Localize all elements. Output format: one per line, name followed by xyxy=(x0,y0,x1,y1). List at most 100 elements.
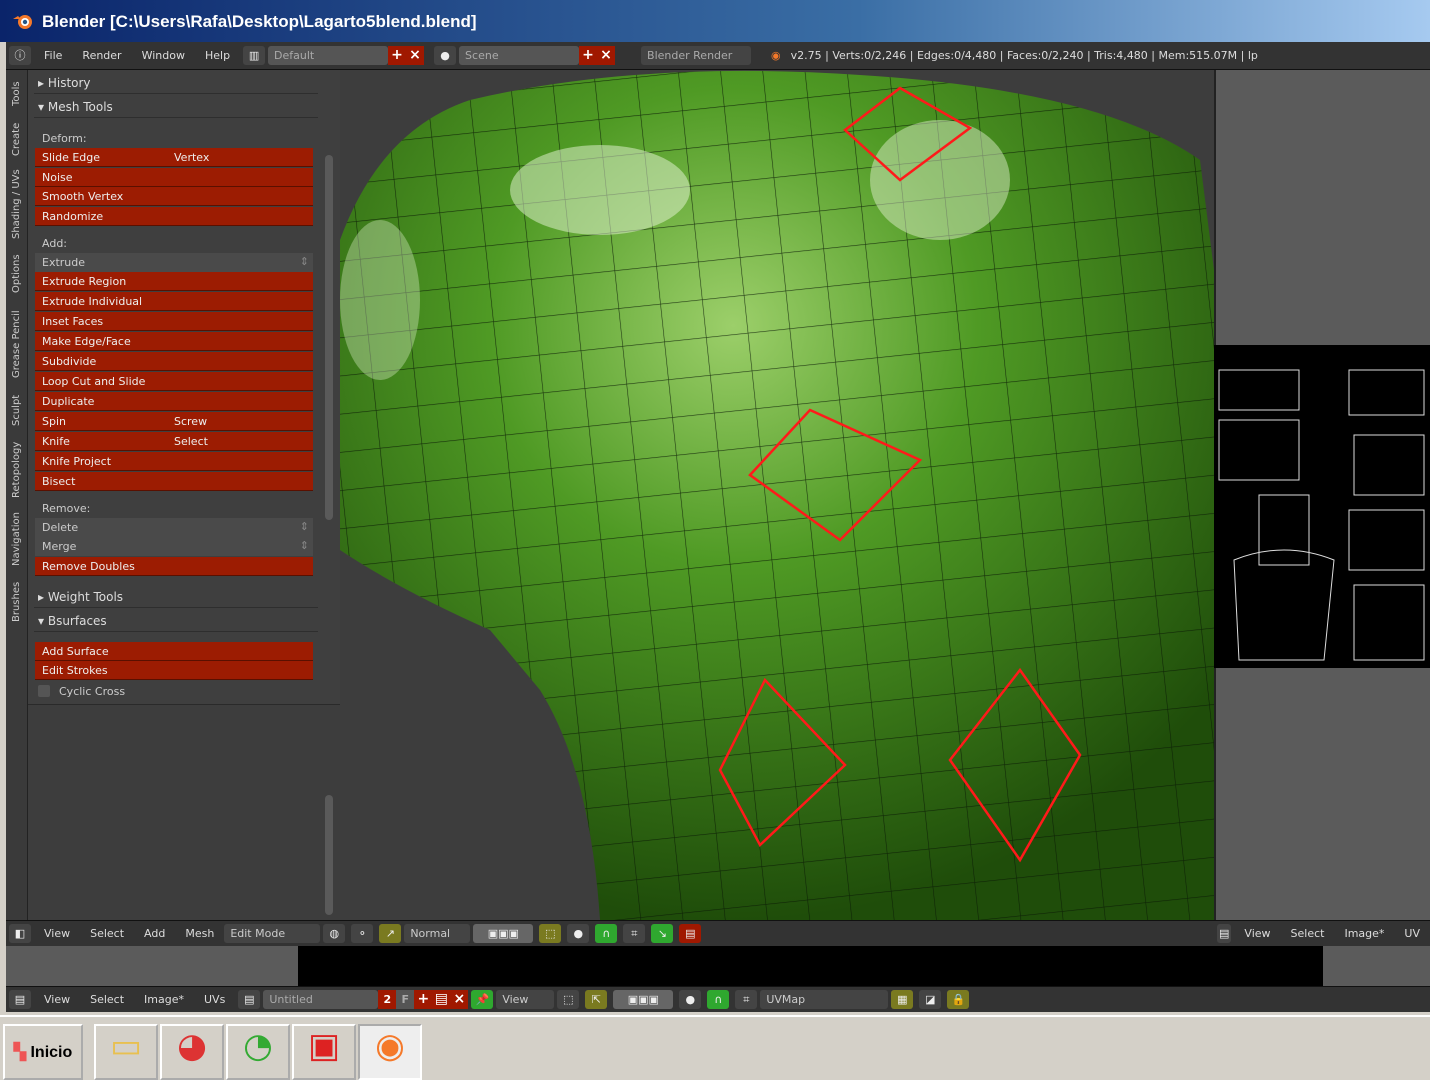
delete-menu[interactable]: Delete xyxy=(35,518,313,537)
uv-menu-view[interactable]: View xyxy=(1234,927,1280,940)
menu-window[interactable]: Window xyxy=(132,49,195,62)
panel-mesh-tools[interactable]: ▾ Mesh Tools xyxy=(34,96,318,118)
merge-menu[interactable]: Merge xyxy=(35,537,313,556)
scene-icon[interactable]: ● xyxy=(434,46,457,65)
editor-type-icon[interactable]: ◧ xyxy=(9,924,31,943)
image-editor-icon[interactable]: ▤ xyxy=(9,990,31,1009)
randomize-button[interactable]: Randomize xyxy=(35,207,313,226)
image-editor-type-icon[interactable]: ▤ xyxy=(1217,924,1232,943)
tab-brushes[interactable]: Brushes xyxy=(6,578,28,626)
image-users-count[interactable]: 2 xyxy=(378,990,397,1009)
menu-add[interactable]: Add xyxy=(134,927,175,940)
vertex-button[interactable]: Vertex xyxy=(174,151,209,164)
panel-weight-tools[interactable]: ▸ Weight Tools xyxy=(34,586,318,608)
fake-user-button[interactable]: F xyxy=(396,990,415,1009)
tool-shelf-scrollbar-lower[interactable] xyxy=(325,795,333,915)
snap-element-icon[interactable]: ⌗ xyxy=(623,924,646,943)
slide-edge-button[interactable]: Slide Edge Vertex xyxy=(35,148,313,167)
chrome-taskbar-icon[interactable]: ◕ xyxy=(160,1024,224,1080)
texture-icon[interactable]: ▦ xyxy=(891,990,914,1009)
knife-button[interactable]: Knife Select xyxy=(35,432,313,451)
uv-layout-image[interactable] xyxy=(1214,345,1430,668)
menu-select[interactable]: Select xyxy=(80,927,134,940)
uv-snap-icon[interactable]: ∩ xyxy=(707,990,730,1009)
cyclic-cross-checkbox[interactable] xyxy=(38,685,50,697)
uv-menu-image[interactable]: Image* xyxy=(1334,927,1394,940)
uv-proportional-icon[interactable]: ● xyxy=(679,990,702,1009)
delete-scene-button[interactable]: × xyxy=(597,46,616,65)
menu-mesh[interactable]: Mesh xyxy=(175,927,224,940)
uv-menu-select[interactable]: Select xyxy=(1281,927,1335,940)
menu-view[interactable]: View xyxy=(34,927,80,940)
limit-selection-icon[interactable]: ⬚ xyxy=(539,924,562,943)
remove-doubles-button[interactable]: Remove Doubles xyxy=(35,557,313,576)
tab-tools[interactable]: Tools xyxy=(6,74,28,114)
orientation-select[interactable]: Normal xyxy=(404,924,471,943)
noise-button[interactable]: Noise xyxy=(35,168,313,187)
img-menu-select[interactable]: Select xyxy=(80,993,134,1006)
menu-render[interactable]: Render xyxy=(72,49,131,62)
smooth-vertex-button[interactable]: Smooth Vertex xyxy=(35,187,313,206)
duplicate-button[interactable]: Duplicate xyxy=(35,392,313,411)
new-image-button[interactable]: + xyxy=(414,990,433,1009)
img-menu-image[interactable]: Image* xyxy=(134,993,194,1006)
uv-menu-uvs[interactable]: UV xyxy=(1394,927,1430,940)
tab-options[interactable]: Options xyxy=(6,250,28,298)
screen-layout-icon[interactable]: ▥ xyxy=(243,46,266,65)
picasa-taskbar-icon[interactable]: ◔ xyxy=(226,1024,290,1080)
tool-shelf-scrollbar[interactable] xyxy=(325,155,333,520)
screw-button[interactable]: Screw xyxy=(174,415,207,428)
scene-field[interactable]: Scene xyxy=(459,46,580,65)
3d-viewport[interactable] xyxy=(340,70,1214,920)
panel-history[interactable]: ▸ History xyxy=(34,72,318,94)
delete-layout-button[interactable]: × xyxy=(406,46,425,65)
uvmap-select[interactable]: UVMap xyxy=(760,990,889,1009)
unlink-image-button[interactable]: × xyxy=(450,990,469,1009)
start-button[interactable]: ▚ Inicio xyxy=(3,1024,83,1080)
layout-field[interactable]: Default xyxy=(268,46,389,65)
img-menu-uvs[interactable]: UVs xyxy=(194,993,235,1006)
render-engine-select[interactable]: Blender Render xyxy=(641,46,752,65)
make-edge-face-button[interactable]: Make Edge/Face xyxy=(35,332,313,351)
tab-retopology[interactable]: Retopology xyxy=(6,438,28,502)
img-menu-view[interactable]: View xyxy=(34,993,80,1006)
uv-snap-element-icon[interactable]: ⌗ xyxy=(735,990,758,1009)
alpha-icon[interactable]: ◪ xyxy=(919,990,942,1009)
blender-taskbar-icon[interactable]: ◉ xyxy=(358,1024,422,1080)
extrude-region-button[interactable]: Extrude Region xyxy=(35,272,313,291)
extrude-menu[interactable]: Extrude xyxy=(35,253,313,272)
info-editor-icon[interactable]: ⓘ xyxy=(9,46,31,65)
lock-icon[interactable]: 🔒 xyxy=(947,990,970,1009)
spin-button[interactable]: Spin Screw xyxy=(35,412,313,431)
tab-grease-pencil[interactable]: Grease Pencil xyxy=(6,306,28,382)
menu-help[interactable]: Help xyxy=(195,49,240,62)
snap-icon[interactable]: ∩ xyxy=(595,924,618,943)
edit-strokes-button[interactable]: Edit Strokes xyxy=(35,661,313,680)
proportional-edit-icon[interactable]: ● xyxy=(567,924,590,943)
loop-cut-button[interactable]: Loop Cut and Slide xyxy=(35,372,313,391)
add-surface-button[interactable]: Add Surface xyxy=(35,642,313,661)
open-image-button[interactable]: ▤ xyxy=(432,990,451,1009)
tab-create[interactable]: Create xyxy=(6,118,28,160)
explorer-taskbar-icon[interactable]: ▭ xyxy=(94,1024,158,1080)
pivot-icon[interactable]: ⬚ xyxy=(557,990,580,1009)
opengl-render-icon[interactable]: ↘ xyxy=(651,924,674,943)
inset-faces-button[interactable]: Inset Faces xyxy=(35,312,313,331)
sync-selection-icon[interactable]: ⇱ xyxy=(585,990,608,1009)
mode-select[interactable]: Edit Mode xyxy=(224,924,321,943)
knife-project-button[interactable]: Knife Project xyxy=(35,452,313,471)
subdivide-button[interactable]: Subdivide xyxy=(35,352,313,371)
panel-bsurfaces[interactable]: ▾ Bsurfaces xyxy=(34,610,318,632)
add-scene-button[interactable]: + xyxy=(579,46,598,65)
tab-sculpt[interactable]: Sculpt xyxy=(6,390,28,430)
pivot-point-icon[interactable]: ⚬ xyxy=(351,924,374,943)
render-animation-icon[interactable]: ▤ xyxy=(679,924,702,943)
uv-select-mode-icons[interactable]: ▣▣▣ xyxy=(613,990,674,1009)
pin-icon[interactable]: 📌 xyxy=(471,990,494,1009)
menu-file[interactable]: File xyxy=(34,49,72,62)
image-name-field[interactable]: Untitled xyxy=(263,990,379,1009)
extrude-individual-button[interactable]: Extrude Individual xyxy=(35,292,313,311)
tab-navigation[interactable]: Navigation xyxy=(6,508,28,570)
manipulator-icon[interactable]: ↗ xyxy=(379,924,402,943)
image-browse-icon[interactable]: ▤ xyxy=(238,990,261,1009)
